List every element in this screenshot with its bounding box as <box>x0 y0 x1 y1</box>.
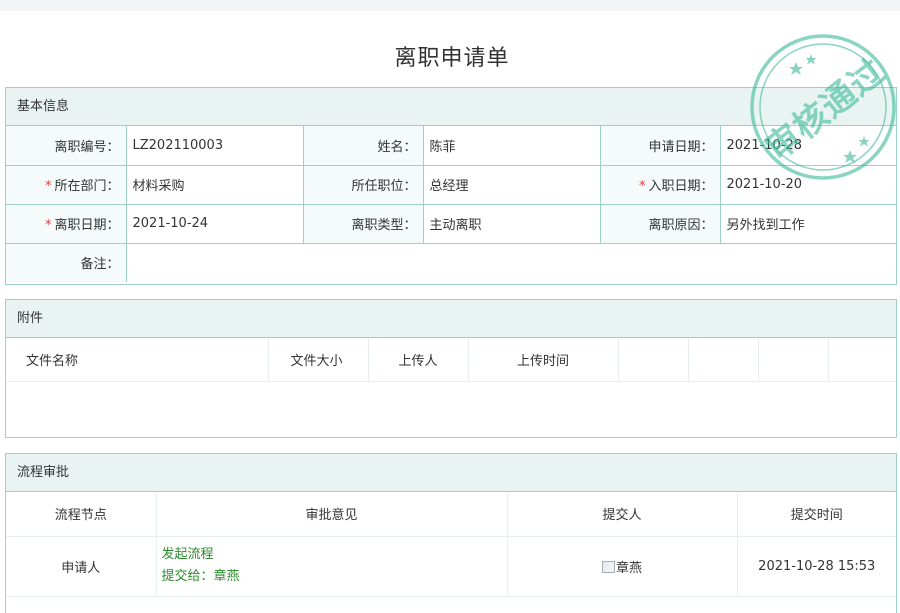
attachments-header: 附件 <box>6 300 896 338</box>
required-mark: * <box>44 218 52 233</box>
approval-panel: 流程审批 流程节点 审批意见 提交人 提交时间 申请人 发起流程 提交给：章燕 … <box>5 453 897 613</box>
opinion-cell: 发起流程 提交给：章燕 <box>156 536 508 597</box>
join-date-value: 2021-10-20 <box>719 164 896 205</box>
resign-date-label: 离职日期： <box>54 218 120 233</box>
col-node: 流程节点 <box>6 492 157 537</box>
approval-table: 流程节点 审批意见 提交人 提交时间 申请人 发起流程 提交给：章燕 章燕 20… <box>6 492 896 597</box>
reason-value: 另外找到工作 <box>719 203 896 244</box>
dept-label-cell: * 所在部门： <box>6 164 127 205</box>
resign-no-label: 离职编号： <box>6 126 127 166</box>
remark-label: 备注： <box>6 242 127 282</box>
basic-info-panel: 基本信息 离职编号： LZ202110003 姓名： 陈菲 申请日期： 2021… <box>5 87 897 285</box>
col-empty <box>618 338 689 382</box>
table-row: 离职编号： LZ202110003 姓名： 陈菲 申请日期： 2021-10-2… <box>6 126 896 166</box>
broken-image-icon <box>601 560 615 573</box>
col-empty <box>828 338 896 382</box>
col-upload-time: 上传时间 <box>468 338 619 382</box>
attachments-table: 文件名称 文件大小 上传人 上传时间 <box>6 338 896 382</box>
attachments-panel: 附件 文件名称 文件大小 上传人 上传时间 <box>5 299 897 438</box>
col-empty <box>688 338 759 382</box>
resign-date-value: 2021-10-24 <box>125 203 304 244</box>
top-bar <box>0 0 900 11</box>
position-label: 所任职位： <box>302 164 424 205</box>
resign-type-label: 离职类型： <box>302 203 424 244</box>
col-submitter: 提交人 <box>507 492 738 537</box>
col-opinion: 审批意见 <box>156 492 508 537</box>
resign-date-label-cell: * 离职日期： <box>6 203 127 244</box>
page-title: 离职申请单 <box>394 46 510 71</box>
time-cell: 2021-10-28 15:53 <box>737 536 896 597</box>
dept-value: 材料采购 <box>125 164 304 205</box>
resign-type-value: 主动离职 <box>422 203 601 244</box>
name-label: 姓名： <box>302 126 424 166</box>
col-submit-time: 提交时间 <box>737 492 896 537</box>
position-value: 总经理 <box>422 164 601 205</box>
name-value: 陈菲 <box>422 126 601 166</box>
required-mark: * <box>638 179 646 194</box>
reason-label: 离职原因： <box>599 203 721 244</box>
opinion-line: 提交给：章燕 <box>161 569 240 584</box>
resign-no-value: LZ202110003 <box>125 126 304 166</box>
table-header-row: 流程节点 审批意见 提交人 提交时间 <box>6 492 896 537</box>
apply-date-label: 申请日期： <box>599 126 721 166</box>
col-uploader: 上传人 <box>368 338 469 382</box>
dept-label: 所在部门： <box>54 179 120 194</box>
node-cell: 申请人 <box>6 536 157 597</box>
join-date-label: 入职日期： <box>648 179 714 194</box>
col-file-name: 文件名称 <box>6 338 269 382</box>
col-empty <box>758 338 829 382</box>
approval-header: 流程审批 <box>6 454 896 492</box>
table-row: * 所在部门： 材料采购 所任职位： 总经理 * 入职日期： 2021-10-20 <box>6 164 896 205</box>
apply-date-value: 2021-10-28 <box>719 126 896 166</box>
opinion-line: 发起流程 <box>161 547 214 562</box>
col-file-size: 文件大小 <box>268 338 369 382</box>
table-header-row: 文件名称 文件大小 上传人 上传时间 <box>6 338 896 382</box>
required-mark: * <box>44 179 52 194</box>
table-row: 备注： <box>6 242 896 282</box>
table-row: 申请人 发起流程 提交给：章燕 章燕 2021-10-28 15:53 <box>6 536 896 597</box>
table-row: * 离职日期： 2021-10-24 离职类型： 主动离职 离职原因： 另外找到工… <box>6 203 896 244</box>
basic-info-header: 基本信息 <box>6 88 896 126</box>
submitter-cell: 章燕 <box>507 536 738 597</box>
basic-info-table: 离职编号： LZ202110003 姓名： 陈菲 申请日期： 2021-10-2… <box>6 126 896 282</box>
remark-value <box>125 242 896 282</box>
submitter-name: 章燕 <box>615 560 642 576</box>
join-date-label-cell: * 入职日期： <box>599 164 721 205</box>
